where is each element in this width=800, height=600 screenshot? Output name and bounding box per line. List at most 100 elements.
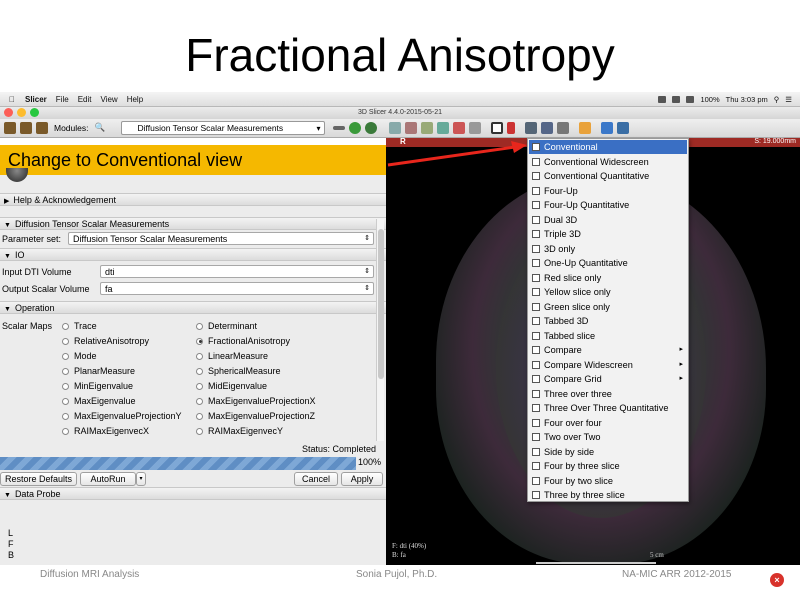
mouse-mode-icon[interactable]: [578, 122, 591, 134]
scalar-map-radio[interactable]: RAIMaxEigenvecY: [196, 426, 283, 436]
layout-menu-item[interactable]: Compare ▸: [529, 343, 687, 357]
layout-menu-item[interactable]: Conventional Widescreen: [529, 155, 687, 169]
scalar-map-radio[interactable]: MaxEigenvalueProjectionY: [62, 411, 182, 421]
apple-icon[interactable]: : [9, 95, 15, 104]
cancel-button[interactable]: Cancel: [294, 472, 338, 486]
scalar-map-radio[interactable]: MaxEigenvalueProjectionX: [196, 396, 316, 406]
load-dicom-icon[interactable]: [20, 122, 32, 134]
layout-menu-item[interactable]: Three Over Three Quantitative: [529, 401, 687, 415]
scalar-map-radio[interactable]: MidEigenvalue: [196, 381, 267, 391]
scalar-map-radio[interactable]: FractionalAnisotropy: [196, 336, 290, 346]
layout-menu-item[interactable]: Conventional: [529, 140, 687, 154]
menu-app-slicer[interactable]: Slicer: [25, 95, 47, 104]
scalar-map-radio[interactable]: MaxEigenvalueProjectionZ: [196, 411, 315, 421]
parameter-set-select[interactable]: Diffusion Tensor Scalar Measurements ⇕: [68, 232, 374, 245]
scalar-map-radio[interactable]: MinEigenvalue: [62, 381, 133, 391]
extension-manager-icon[interactable]: [600, 122, 613, 134]
radio-indicator[interactable]: [196, 337, 203, 345]
layout-button-icon[interactable]: [490, 122, 503, 134]
io-section-header[interactable]: ▼ IO: [0, 248, 386, 261]
autorun-menu-button[interactable]: ▾: [136, 472, 146, 486]
input-volume-select[interactable]: dti ⇕: [100, 265, 374, 278]
volumes-module-icon[interactable]: [404, 122, 417, 134]
save-icon[interactable]: [36, 122, 48, 134]
models-module-icon[interactable]: [420, 122, 433, 134]
radio-indicator[interactable]: [62, 382, 69, 390]
radio-indicator[interactable]: [62, 322, 69, 330]
radio-indicator[interactable]: [62, 367, 69, 375]
layout-menu-item[interactable]: One-Up Quantitative: [529, 256, 687, 270]
menu-list-icon[interactable]: ☰: [785, 95, 792, 104]
back-arrow-icon[interactable]: [348, 122, 361, 134]
module-select[interactable]: Diffusion Tensor Scalar Measurements ▾: [120, 121, 325, 135]
apply-button[interactable]: Apply: [341, 472, 383, 486]
layout-menu-item[interactable]: Four-Up Quantitative: [529, 198, 687, 212]
zoom-window-button[interactable]: [30, 108, 39, 117]
scalar-map-radio[interactable]: LinearMeasure: [196, 351, 268, 361]
operation-section-header[interactable]: ▼ Operation: [0, 301, 386, 314]
radio-indicator[interactable]: [196, 352, 203, 360]
layout-menu-item[interactable]: 3D only: [529, 242, 687, 256]
scalar-map-radio[interactable]: PlanarMeasure: [62, 366, 135, 376]
layout-menu-item[interactable]: Green slice only: [529, 300, 687, 314]
radio-indicator[interactable]: [62, 397, 69, 405]
data-module-icon[interactable]: [388, 122, 401, 134]
scalar-map-radio[interactable]: SphericalMeasure: [196, 366, 281, 376]
status-icon[interactable]: [658, 95, 667, 103]
layout-menu-item[interactable]: Conventional Quantitative: [529, 169, 687, 183]
layout-menu-item[interactable]: Triple 3D: [529, 227, 687, 241]
module-history-icon[interactable]: [332, 126, 345, 130]
module-section-header[interactable]: ▼ Diffusion Tensor Scalar Measurements: [0, 217, 386, 230]
wifi-icon[interactable]: [686, 95, 695, 103]
scalar-map-radio[interactable]: RelativeAnisotropy: [62, 336, 149, 346]
layout-menu-item[interactable]: Side by side: [529, 445, 687, 459]
output-volume-select[interactable]: fa ⇕: [100, 282, 374, 295]
close-icon[interactable]: ×: [770, 573, 784, 587]
minimize-window-button[interactable]: [17, 108, 26, 117]
layout-menu-item[interactable]: Red slice only: [529, 271, 687, 285]
scalar-map-radio[interactable]: MaxEigenvalue: [62, 396, 136, 406]
help-section-header[interactable]: ▶ Help & Acknowledgement: [0, 193, 386, 206]
layout-menu-item[interactable]: Four-Up: [529, 184, 687, 198]
radio-indicator[interactable]: [62, 412, 69, 420]
layout-menu-item[interactable]: Three over three: [529, 387, 687, 401]
menu-file[interactable]: File: [56, 95, 69, 104]
radio-indicator[interactable]: [196, 322, 203, 330]
menu-edit[interactable]: Edit: [78, 95, 92, 104]
load-data-icon[interactable]: [4, 122, 16, 134]
layout-menu-item[interactable]: Tabbed slice: [529, 329, 687, 343]
layout-menu-item[interactable]: Four by three slice: [529, 459, 687, 473]
scalar-map-radio[interactable]: Trace: [62, 321, 97, 331]
crosshair-icon[interactable]: [506, 122, 515, 134]
layout-menu-item[interactable]: Dual 3D: [529, 213, 687, 227]
radio-indicator[interactable]: [62, 352, 69, 360]
fiducial-icon[interactable]: [556, 122, 569, 134]
menu-view[interactable]: View: [100, 95, 117, 104]
scalar-map-radio[interactable]: Mode: [62, 351, 97, 361]
radio-indicator[interactable]: [196, 397, 203, 405]
panel-scrollbar-thumb[interactable]: [378, 229, 384, 379]
markups-module-icon[interactable]: [452, 122, 465, 134]
layout-menu-item[interactable]: Three by three slice: [529, 488, 687, 502]
layout-menu-item[interactable]: Tabbed 3D: [529, 314, 687, 328]
python-icon[interactable]: [616, 122, 629, 134]
radio-indicator[interactable]: [196, 382, 203, 390]
search-icon[interactable]: ⚲: [774, 95, 780, 104]
editor-module-icon[interactable]: [468, 122, 481, 134]
menu-help[interactable]: Help: [127, 95, 143, 104]
panel-scrollbar[interactable]: [376, 219, 384, 441]
layout-menu-item[interactable]: Four over four: [529, 416, 687, 430]
scalar-map-radio[interactable]: RAIMaxEigenvecX: [62, 426, 149, 436]
clock[interactable]: Thu 3:03 pm: [726, 95, 768, 104]
radio-indicator[interactable]: [196, 367, 203, 375]
scalar-map-radio[interactable]: Determinant: [196, 321, 257, 331]
layout-menu-item[interactable]: Compare Widescreen ▸: [529, 358, 687, 372]
restore-defaults-button[interactable]: Restore Defaults: [0, 472, 77, 486]
layout-menu-item[interactable]: Four by two slice: [529, 474, 687, 488]
radio-indicator[interactable]: [196, 412, 203, 420]
layout-menu-item[interactable]: Compare Grid ▸: [529, 372, 687, 386]
screenshot-icon[interactable]: [524, 122, 537, 134]
layout-menu-item[interactable]: Yellow slice only: [529, 285, 687, 299]
close-window-button[interactable]: [4, 108, 13, 117]
scene-view-icon[interactable]: [540, 122, 553, 134]
